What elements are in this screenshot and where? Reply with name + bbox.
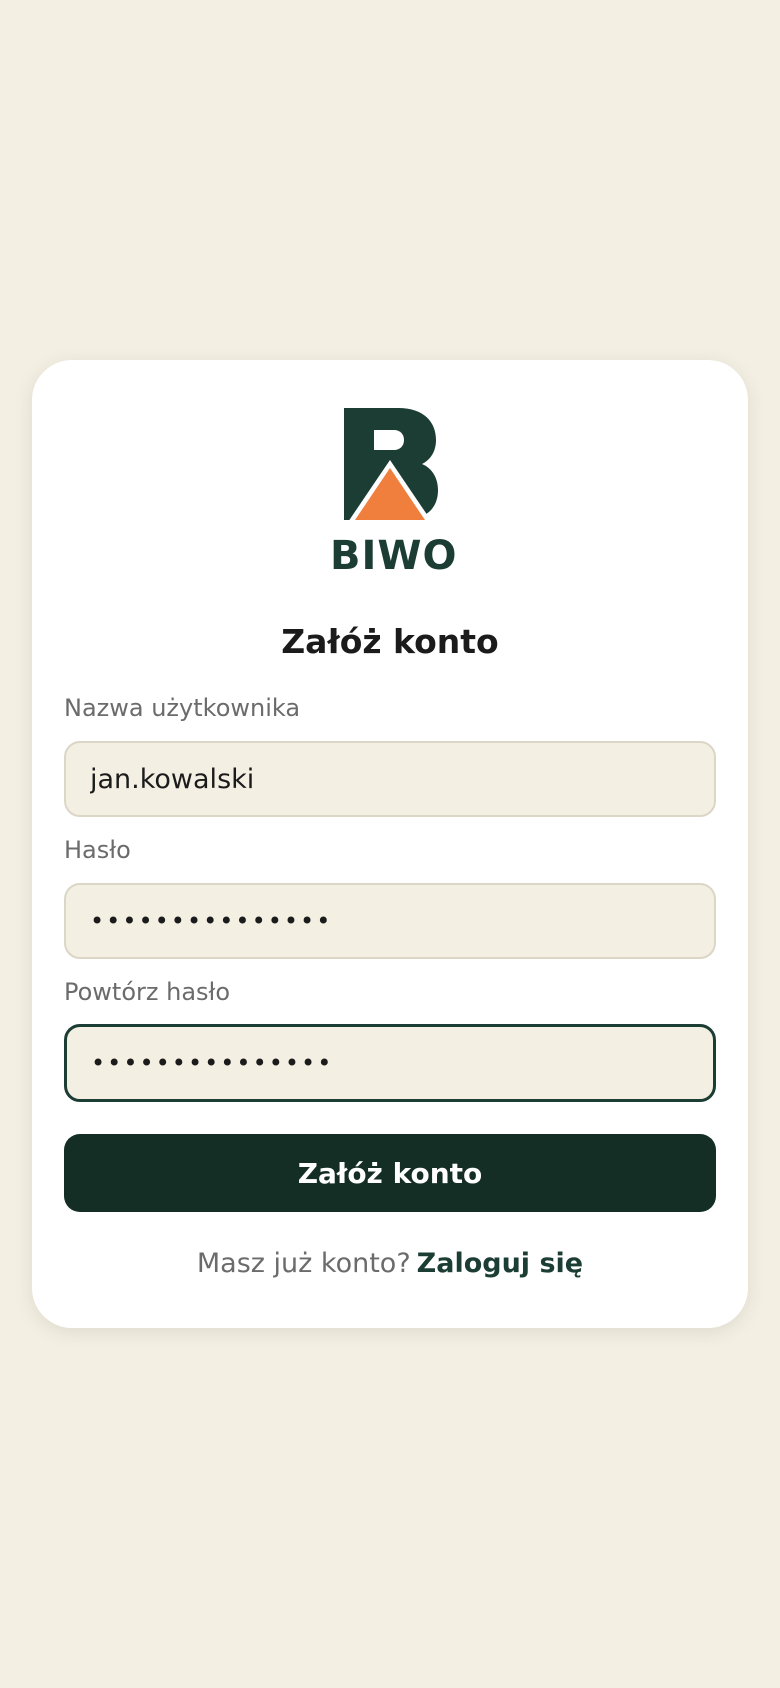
confirm-password-label: Powtórz hasło — [64, 978, 231, 1006]
register-card: BIWO Załóż konto Nazwa użytkownika Hasło… — [32, 360, 748, 1328]
password-input[interactable] — [64, 883, 716, 959]
username-label: Nazwa użytkownika — [64, 694, 301, 722]
brand-logo: BIWO — [330, 406, 458, 586]
page-title: Załóż konto — [281, 622, 499, 661]
register-button[interactable]: Załóż konto — [64, 1134, 716, 1212]
confirm-password-input[interactable] — [64, 1024, 716, 1102]
brand-wordmark: BIWO — [330, 533, 458, 579]
biwo-tent-b-logo-icon — [344, 408, 438, 522]
login-link[interactable]: Zaloguj się — [417, 1248, 583, 1279]
username-input[interactable] — [64, 741, 716, 817]
login-prompt: Masz już konto? Zaloguj się — [32, 1248, 748, 1279]
password-label: Hasło — [64, 836, 131, 864]
login-prompt-text: Masz już konto? — [196, 1248, 411, 1279]
